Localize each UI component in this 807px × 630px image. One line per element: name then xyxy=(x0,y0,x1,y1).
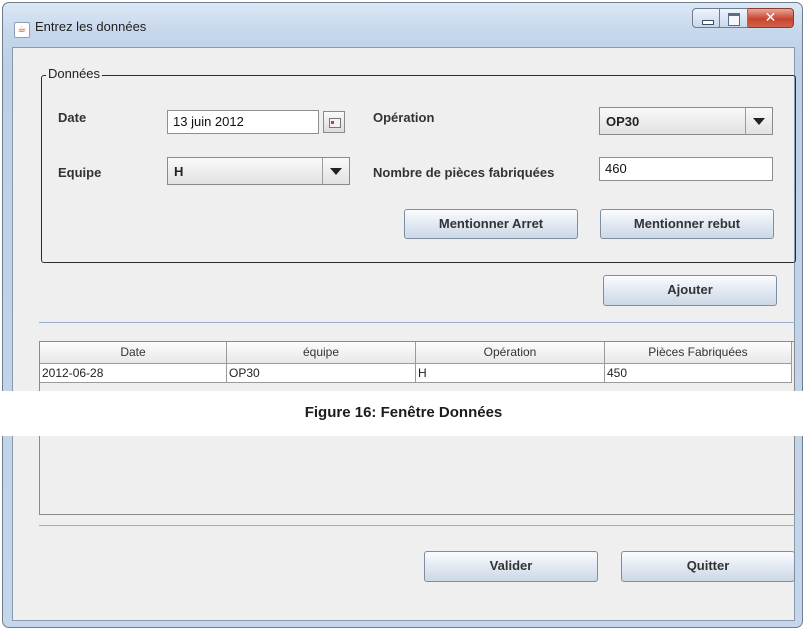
close-button[interactable]: ✕ xyxy=(748,8,794,28)
valider-button[interactable]: Valider xyxy=(424,551,598,582)
window-content: Données Date 13 juin 2012 Opération OP30… xyxy=(12,47,796,621)
close-icon: ✕ xyxy=(764,10,777,26)
equipe-selected-value: H xyxy=(174,164,184,179)
equipe-select[interactable]: H xyxy=(167,157,350,185)
mentionner-arret-button[interactable]: Mentionner Arret xyxy=(404,209,578,239)
separator-top xyxy=(39,322,795,323)
group-legend: Données xyxy=(46,66,103,81)
maximize-button[interactable] xyxy=(720,8,748,28)
separator-bottom xyxy=(39,525,795,526)
table-cell: 450 xyxy=(605,364,792,383)
equipe-label: Equipe xyxy=(58,165,102,180)
pieces-field[interactable]: 460 xyxy=(599,157,773,181)
minimize-icon xyxy=(702,20,714,25)
java-cup-icon: ☕ xyxy=(14,22,30,38)
ajouter-button[interactable]: Ajouter xyxy=(603,275,777,306)
chevron-down-icon xyxy=(753,118,765,125)
window-title: Entrez les données xyxy=(35,19,147,34)
table-cell: OP30 xyxy=(227,364,416,383)
chevron-down-icon xyxy=(330,168,342,175)
table-row[interactable]: 2012-06-28 OP30 H 450 xyxy=(40,364,792,383)
date-label: Date xyxy=(58,110,87,125)
operation-dropdown-button[interactable] xyxy=(745,108,772,134)
application-window: ☕ Entrez les données ✕ Données Date 13 j… xyxy=(2,2,803,628)
calendar-button[interactable] xyxy=(323,111,345,133)
pieces-label: Nombre de pièces fabriquées xyxy=(373,165,555,180)
column-header-operation[interactable]: Opération xyxy=(416,342,605,364)
equipe-dropdown-button[interactable] xyxy=(322,158,349,184)
operation-selected-value: OP30 xyxy=(606,114,640,129)
column-header-date[interactable]: Date xyxy=(40,342,227,364)
operation-label: Opération xyxy=(373,110,435,125)
table-header: Date équipe Opération Pièces Fabriquées xyxy=(40,342,792,364)
date-field[interactable]: 13 juin 2012 xyxy=(167,110,319,134)
donnees-group: Données Date 13 juin 2012 Opération OP30… xyxy=(41,66,796,263)
mentionner-rebut-button[interactable]: Mentionner rebut xyxy=(600,209,774,239)
figure-caption: Figure 16: Fenêtre Données xyxy=(304,404,503,421)
maximize-icon xyxy=(728,13,740,26)
table-cell: H xyxy=(416,364,605,383)
calendar-marker xyxy=(331,121,334,124)
table-cell: 2012-06-28 xyxy=(40,364,227,383)
operation-select[interactable]: OP30 xyxy=(599,107,773,135)
title-bar[interactable]: ☕ Entrez les données ✕ xyxy=(3,3,802,47)
column-header-equipe[interactable]: équipe xyxy=(227,342,416,364)
minimize-button[interactable] xyxy=(692,8,720,28)
window-controls: ✕ xyxy=(692,8,794,30)
quitter-button[interactable]: Quitter xyxy=(621,551,795,582)
column-header-pieces[interactable]: Pièces Fabriquées xyxy=(605,342,792,364)
